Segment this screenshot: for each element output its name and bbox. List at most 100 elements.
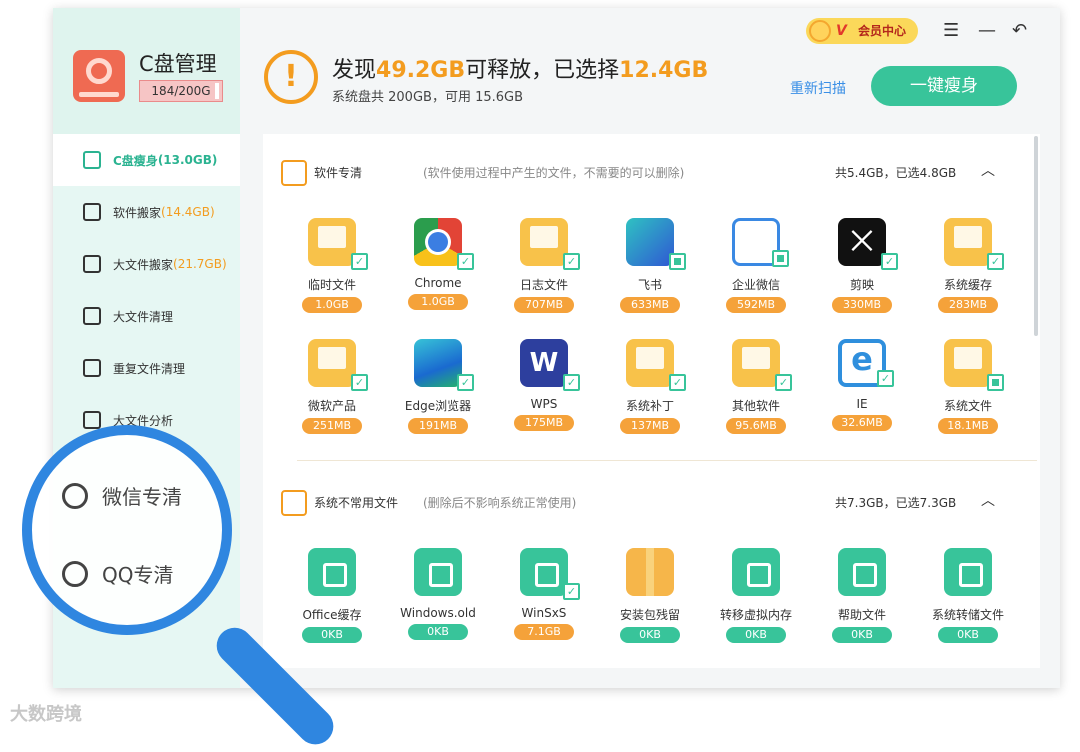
clean-item[interactable]: 系统文件 18.1MB	[915, 339, 1021, 434]
one-click-slim-button[interactable]: 一键瘦身	[871, 66, 1017, 106]
nav-value: (14.4GB)	[161, 205, 215, 219]
clean-item[interactable]: 系统转储文件 0KB	[915, 548, 1021, 643]
scrollbar[interactable]	[1034, 136, 1038, 336]
clean-item[interactable]: 飞书 633MB	[597, 218, 703, 313]
section-header-software: 软件专清 (软件使用过程中产生的文件，不需要的可以删除) 共5.4GB，已选4.…	[263, 152, 1033, 192]
nav-item-duplicate-clean[interactable]: 重复文件清理	[53, 342, 240, 394]
clean-item[interactable]: ✓ 日志文件 707MB	[491, 218, 597, 313]
rescan-link[interactable]: 重新扫描	[790, 78, 846, 98]
clean-icon	[83, 307, 101, 325]
checkbox[interactable]: ✓	[563, 253, 580, 270]
mascot-icon	[809, 20, 831, 42]
clean-item[interactable]: 帮助文件 0KB	[809, 548, 915, 643]
list-icon[interactable]: ☰	[943, 20, 959, 41]
checkbox[interactable]: ✓	[351, 253, 368, 270]
item-size: 191MB	[408, 418, 468, 434]
item-name: 日志文件	[519, 278, 568, 292]
item-name: 系统转储文件	[931, 608, 1004, 622]
item-name: 安装包残留	[619, 608, 680, 622]
vip-label: 会员中心	[858, 24, 907, 38]
undo-icon[interactable]: ↶	[1012, 20, 1027, 41]
summary-prefix: 发现	[332, 58, 377, 83]
checkbox[interactable]: ✓	[877, 370, 894, 387]
item-size: 633MB	[620, 297, 680, 313]
item-size: 0KB	[408, 624, 468, 640]
nav-item-qq-clean[interactable]: QQ专清	[62, 559, 173, 588]
clean-item[interactable]: ✓ 微软产品 251MB	[279, 339, 385, 434]
checkbox[interactable]: ✓	[881, 253, 898, 270]
dump-icon	[944, 548, 992, 596]
nav-value: (21.7GB)	[173, 257, 227, 271]
found-size: 49.2GB	[376, 58, 466, 83]
chevron-up-icon[interactable]: ︿	[981, 160, 995, 180]
nav-label: C盘瘦身	[113, 153, 158, 168]
clean-item[interactable]: ✓ 其他软件 95.6MB	[703, 339, 809, 434]
checkbox[interactable]	[987, 374, 1004, 391]
clean-item[interactable]: ✓ 系统补丁 137MB	[597, 339, 703, 434]
software-grid: ✓ 临时文件 1.0GB ✓ Chrome 1.0GB ✓ 日志文件 707MB 飞书 633…	[279, 218, 1021, 434]
wxwork-icon	[732, 218, 789, 267]
item-size: 0KB	[938, 627, 998, 643]
folder-icon: ✓	[308, 218, 368, 270]
clean-item[interactable]: Windows.old 0KB	[385, 548, 491, 643]
clean-item[interactable]: ✓ 临时文件 1.0GB	[279, 218, 385, 313]
checkbox[interactable]: ✓	[457, 253, 474, 270]
item-size: 7.1GB	[514, 624, 574, 640]
clean-item[interactable]: ✓ 剪映 330MB	[809, 218, 915, 313]
clean-item[interactable]: ✓ 系统缓存 283MB	[915, 218, 1021, 313]
watermark: 大数跨境	[10, 700, 82, 726]
folder-icon: ✓	[308, 339, 368, 391]
checkbox[interactable]: ✓	[563, 583, 580, 600]
vip-badge: V	[836, 23, 847, 39]
clean-item[interactable]: ✓ Edge浏览器 191MB	[385, 339, 491, 434]
clean-item[interactable]: ✓ WinSxS 7.1GB	[491, 548, 597, 643]
clean-item[interactable]: ✓ WPS 175MB	[491, 339, 597, 434]
duplicate-icon	[83, 359, 101, 377]
vip-center-button[interactable]: V 会员中心	[806, 18, 918, 44]
item-size: 1.0GB	[408, 294, 468, 310]
office-icon	[308, 548, 356, 596]
clean-item[interactable]: Office缓存 0KB	[279, 548, 385, 643]
item-size: 1.0GB	[302, 297, 362, 313]
clean-item[interactable]: ✓ IE 32.6MB	[809, 339, 915, 434]
summary-mid: 可释放，已选择	[465, 58, 620, 83]
checkbox[interactable]: ✓	[457, 374, 474, 391]
checkbox[interactable]: ✓	[563, 374, 580, 391]
item-name: IE	[856, 397, 868, 411]
item-name: WPS	[530, 397, 558, 411]
item-name: Edge浏览器	[404, 399, 472, 413]
checkbox[interactable]	[669, 253, 686, 270]
memory-icon	[732, 548, 780, 596]
nav-item-bigfile-clean[interactable]: 大文件清理	[53, 290, 240, 342]
scan-summary: 发现49.2GB可释放，已选择12.4GB	[332, 52, 708, 84]
nav-item-c-slim[interactable]: C盘瘦身 (13.0GB)	[53, 134, 240, 186]
qq-icon	[62, 560, 88, 587]
nav-item-software-move[interactable]: 软件搬家 (14.4GB)	[53, 186, 240, 238]
clean-item[interactable]: 安装包残留 0KB	[597, 548, 703, 643]
ie-icon: ✓	[838, 339, 894, 387]
nav-label: QQ专清	[102, 563, 174, 587]
wechat-icon	[62, 482, 88, 509]
nav-item-bigfile-move[interactable]: 大文件搬家 (21.7GB)	[53, 238, 240, 290]
checkbox[interactable]: ✓	[775, 374, 792, 391]
minimize-icon[interactable]: —	[978, 20, 996, 41]
nav-label: 重复文件清理	[113, 361, 186, 376]
item-size: 0KB	[832, 627, 892, 643]
nav-item-wechat-clean[interactable]: 微信专清	[62, 481, 182, 510]
clean-item[interactable]: ✓ Chrome 1.0GB	[385, 218, 491, 313]
section-title: 软件专清	[314, 166, 363, 180]
item-size: 95.6MB	[726, 418, 786, 434]
clean-item[interactable]: 企业微信 592MB	[703, 218, 809, 313]
checkbox[interactable]: ✓	[987, 253, 1004, 270]
section-desc: (软件使用过程中产生的文件，不需要的可以删除)	[423, 166, 685, 180]
chevron-up-icon[interactable]: ︿	[981, 490, 995, 510]
system-grid: Office缓存 0KB Windows.old 0KB ✓ WinSxS 7.1GB …	[279, 548, 1021, 643]
wps-icon: ✓	[520, 339, 580, 391]
nav-value: (13.0GB)	[157, 153, 218, 167]
checkbox[interactable]: ✓	[669, 374, 686, 391]
checkbox[interactable]: ✓	[351, 374, 368, 391]
main-panel: V 会员中心 ☰ — ↶ ! 发现49.2GB可释放，已选择12.4GB 系统盘…	[240, 8, 1060, 688]
checkbox[interactable]	[772, 250, 789, 267]
clean-item[interactable]: 转移虚拟内存 0KB	[703, 548, 809, 643]
section-total: 共5.4GB，已选4.8GB	[835, 166, 957, 180]
